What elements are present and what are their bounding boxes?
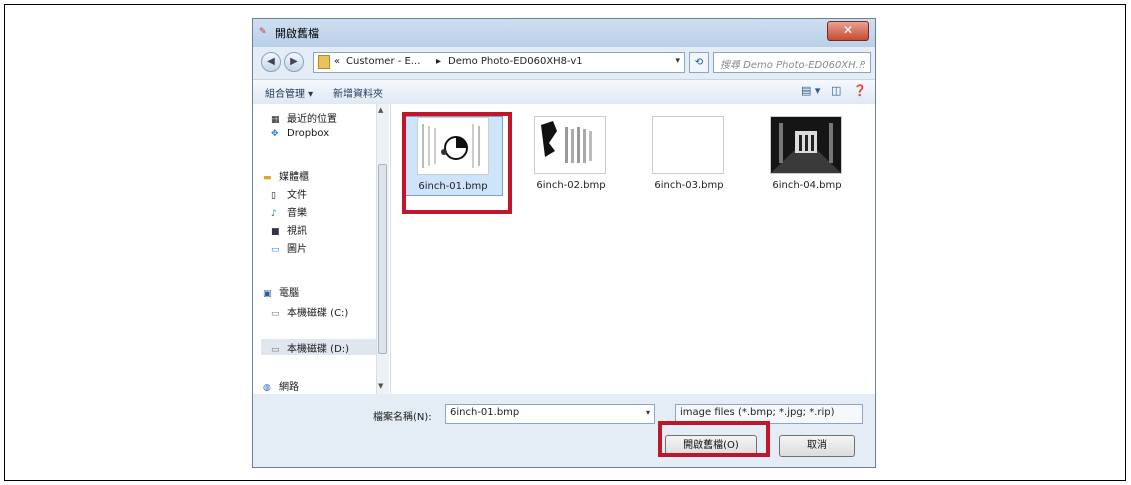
sidebar-item-label: 最近的位置 xyxy=(287,114,337,125)
bottom-panel: 檔案名稱(N): 6inch-01.bmp ▾ image files (*.b… xyxy=(253,394,875,467)
sidebar-item-recent-places[interactable]: ▦ 最近的位置 xyxy=(271,110,337,125)
scroll-up-icon[interactable]: ▲ xyxy=(378,106,383,114)
close-button[interactable]: ✕ xyxy=(827,21,869,41)
sidebar-item-drive-d[interactable]: ▭ 本機磁碟 (D:) xyxy=(271,340,349,355)
thumbnail-image xyxy=(652,116,724,174)
sidebar-item-music[interactable]: ♪ 音樂 xyxy=(271,204,307,219)
drive-icon: ▭ xyxy=(271,309,280,319)
sidebar-item-drive-c[interactable]: ▭ 本機磁碟 (C:) xyxy=(271,304,348,319)
search-placeholder: 搜尋 Demo Photo-ED060XH... xyxy=(720,60,866,71)
sidebar-item-label: 視訊 xyxy=(287,226,307,237)
scrollbar-thumb[interactable] xyxy=(378,164,387,354)
highlight-open-button xyxy=(658,421,770,457)
sidebar-item-label: 本機磁碟 (C:) xyxy=(287,308,349,319)
window-title: 開啟舊檔 xyxy=(275,27,319,40)
filename-value: 6inch-01.bmp xyxy=(450,407,520,418)
sidebar-item-label: 媒體櫃 xyxy=(279,172,309,183)
dropbox-icon: ✥ xyxy=(271,129,279,139)
back-button[interactable]: ◀ xyxy=(261,52,281,72)
sidebar-item-label: 圖片 xyxy=(287,244,307,255)
file-item[interactable]: 6inch-04.bmp xyxy=(757,116,857,196)
sidebar-item-label: Dropbox xyxy=(287,128,330,139)
thumbnail-image xyxy=(534,116,606,174)
libraries-icon: ▬ xyxy=(263,173,272,183)
sidebar-item-label: 音樂 xyxy=(287,208,307,219)
file-name: 6inch-04.bmp xyxy=(772,180,842,191)
folder-icon xyxy=(318,55,330,69)
preview-pane-icon[interactable]: ◫ xyxy=(831,84,841,97)
title-bar: ✎ 開啟舊檔 ✕ xyxy=(253,19,875,47)
sidebar-item-videos[interactable]: ■ 視訊 xyxy=(271,222,307,237)
drive-icon: ▭ xyxy=(271,345,280,355)
help-icon[interactable]: ❓ xyxy=(853,84,867,97)
forward-button[interactable]: ▶ xyxy=(284,52,304,72)
computer-icon: ▣ xyxy=(263,289,272,299)
file-item[interactable]: 6inch-02.bmp xyxy=(521,116,621,196)
recent-places-icon: ▦ xyxy=(271,115,280,125)
music-icon: ♪ xyxy=(271,209,277,219)
app-icon: ✎ xyxy=(259,27,267,37)
sidebar-item-label: 本機磁碟 (D:) xyxy=(287,344,350,355)
breadcrumb-customer[interactable]: Customer - E... xyxy=(346,56,420,67)
address-dropdown-icon[interactable]: ▾ xyxy=(675,56,680,66)
search-input[interactable]: 搜尋 Demo Photo-ED060XH... ⌕ xyxy=(713,52,871,73)
filetype-value: image files (*.bmp; *.jpg; *.rip) xyxy=(680,407,835,418)
pictures-icon: ▭ xyxy=(271,245,280,255)
sidebar-item-pictures[interactable]: ▭ 圖片 xyxy=(271,240,307,255)
address-bar[interactable]: « Customer - E... ▸ Demo Photo-ED060XH8-… xyxy=(313,52,685,73)
search-icon[interactable]: ⌕ xyxy=(860,56,866,70)
sidebar-item-network[interactable]: ◍ 網路 xyxy=(263,378,299,393)
filename-input[interactable]: 6inch-01.bmp ▾ xyxy=(445,404,655,424)
scroll-down-icon[interactable]: ▼ xyxy=(378,382,383,390)
breadcrumb-separator[interactable]: ▸ xyxy=(436,56,441,67)
command-bar: 組合管理 ▾ 新增資料夾 ▤ ▾ ◫ ❓ xyxy=(253,79,875,105)
navigation-pane: ▦ 最近的位置 ✥ Dropbox ▬ 媒體櫃 ▯ 文件 ♪ 音樂 ■ 視訊 ▭ 圖片 ▣ 電腦… xyxy=(253,104,391,394)
videos-icon: ■ xyxy=(271,227,280,237)
refresh-button[interactable]: ⟲ xyxy=(689,52,709,73)
highlight-selected-file xyxy=(402,112,512,214)
organize-button[interactable]: 組合管理 ▾ xyxy=(265,85,313,100)
sidebar-item-label: 網路 xyxy=(279,382,299,393)
sidebar-item-libraries[interactable]: ▬ 媒體櫃 xyxy=(263,168,309,183)
file-item[interactable]: 6inch-03.bmp xyxy=(639,116,739,196)
sidebar-item-computer[interactable]: ▣ 電腦 xyxy=(263,284,299,299)
cancel-button[interactable]: 取消 xyxy=(779,435,855,457)
sidebar-item-documents[interactable]: ▯ 文件 xyxy=(271,186,307,201)
file-name: 6inch-03.bmp xyxy=(654,180,724,191)
network-icon: ◍ xyxy=(263,383,271,393)
filename-label: 檔案名稱(N): xyxy=(373,412,432,423)
breadcrumb-prefix[interactable]: « xyxy=(334,56,340,67)
address-row: ◀ ▶ « Customer - E... ▸ Demo Photo-ED060… xyxy=(253,47,875,77)
open-file-dialog: ✎ 開啟舊檔 ✕ ◀ ▶ « Customer - E... ▸ Demo Ph… xyxy=(252,18,876,468)
sidebar-item-label: 電腦 xyxy=(279,288,299,299)
sidebar-item-label: 文件 xyxy=(287,190,307,201)
breadcrumb-demo-photo[interactable]: Demo Photo-ED060XH8-v1 xyxy=(448,56,583,67)
sidebar-item-dropbox[interactable]: ✥ Dropbox xyxy=(271,128,329,139)
view-options-icon[interactable]: ▤ ▾ xyxy=(801,84,820,97)
thumbnail-image xyxy=(770,116,842,174)
documents-icon: ▯ xyxy=(271,191,276,201)
file-name: 6inch-02.bmp xyxy=(536,180,606,191)
filename-dropdown-icon[interactable]: ▾ xyxy=(646,408,650,417)
sidebar-scrollbar[interactable]: ▲ ▼ xyxy=(376,104,389,394)
new-folder-button[interactable]: 新增資料夾 xyxy=(333,85,383,100)
